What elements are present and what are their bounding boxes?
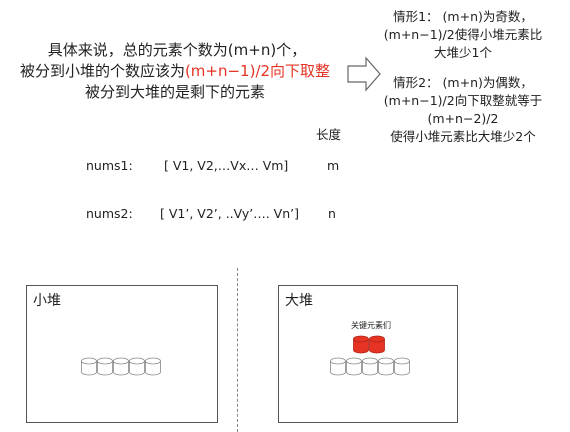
big-heap-element [394, 357, 410, 376]
case-1: 情形1： (m+n)为奇数， (m+n−1)/2使得小堆元素比 大堆少1个 [356, 8, 570, 62]
small-heap-element [81, 357, 97, 376]
array-length-nums2: n [328, 206, 336, 221]
array-name-nums1: nums1: [86, 158, 133, 173]
array-content-nums1: [ V1, V2,…Vx… Vm] [164, 158, 289, 173]
small-heap-box: 小堆 [26, 285, 218, 423]
big-heap-box: 大堆 关键元素们 [278, 285, 458, 423]
intro-line-3: 被分到大堆的是剩下的元素 [84, 83, 265, 101]
small-heap-element [97, 357, 113, 376]
big-heap-element [362, 357, 378, 376]
case-2-line-1: 情形2： (m+n)为偶数， [393, 75, 533, 90]
array-length-nums1: m [327, 158, 340, 173]
key-element [353, 335, 369, 354]
case-2: 情形2： (m+n)为偶数， (m+n−1)/2向下取整就等于 (m+n−2)/… [356, 74, 570, 146]
cases-panel: 情形1： (m+n)为奇数， (m+n−1)/2使得小堆元素比 大堆少1个 情形… [356, 8, 570, 146]
case-1-line-3: 大堆少1个 [434, 45, 492, 60]
case-1-line-1: 情形1： (m+n)为奇数， [393, 9, 533, 24]
case-2-line-3: (m+n−2)/2 [427, 111, 499, 126]
array-content-nums2: [ V1’, V2’, ..Vy’…. Vn’] [160, 206, 300, 221]
small-heap-element [129, 357, 145, 376]
case-2-line-2: (m+n−1)/2向下取整就等于 [383, 93, 543, 108]
intro-line-1: 具体来说，总的元素个数为(m+n)个， [47, 41, 307, 59]
case-1-line-2: (m+n−1)/2使得小堆元素比 [383, 27, 543, 42]
intro-line-2-highlight: (m+n−1)/2向下取整 [184, 62, 331, 80]
intro-line-2: 被分到小堆的个数应该为(m+n−1)/2向下取整 [0, 61, 350, 82]
key-element [369, 335, 385, 354]
intro-line-2-prefix: 被分到小堆的个数应该为 [19, 62, 185, 80]
small-heap-title: 小堆 [33, 293, 61, 309]
divider-line [237, 268, 238, 432]
big-heap-title: 大堆 [285, 293, 313, 309]
key-elements [353, 335, 385, 354]
small-heap-element [145, 357, 161, 376]
big-heap-element [346, 357, 362, 376]
small-heap-elements [81, 357, 161, 376]
big-heap-element [330, 357, 346, 376]
length-header: 长度 [316, 127, 342, 142]
small-heap-element [113, 357, 129, 376]
array-name-nums2: nums2: [86, 206, 133, 221]
big-heap-elements [330, 357, 410, 376]
intro-text: 具体来说，总的元素个数为(m+n)个， 被分到小堆的个数应该为(m+n−1)/2… [0, 40, 350, 103]
case-2-line-4: 使得小堆元素比大堆少2个 [390, 129, 536, 144]
key-elements-label: 关键元素们 [351, 321, 391, 330]
big-heap-element [378, 357, 394, 376]
